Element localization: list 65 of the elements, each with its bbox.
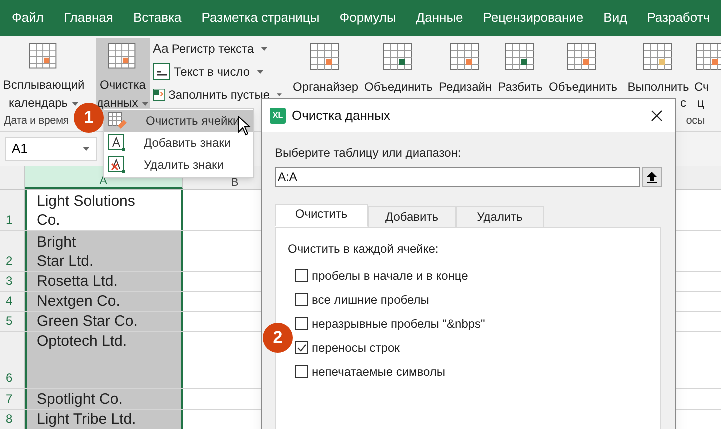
- letter-add-icon: [108, 134, 126, 152]
- menu-item[interactable]: Удалить знаки: [104, 154, 253, 176]
- font-case-icon: Aa: [153, 38, 169, 58]
- dialog-tab[interactable]: Удалить: [456, 206, 544, 227]
- menu-item[interactable]: Добавить знаки: [104, 132, 253, 154]
- ribbon-small-button[interactable]: Aa Регистр текста: [153, 38, 282, 59]
- menu-tab[interactable]: Вставка: [133, 8, 182, 28]
- ribbon-cut-button[interactable]: Сч ц: [694, 38, 721, 112]
- number-icon: [153, 62, 171, 80]
- row-header[interactable]: 2: [0, 231, 25, 271]
- menu-item[interactable]: Очистить ячейки: [104, 110, 253, 132]
- menu-tab[interactable]: Файл: [12, 8, 44, 28]
- range-label: Выберите таблицу или диапазон:: [275, 145, 462, 162]
- menu-tab[interactable]: Главная: [64, 8, 114, 28]
- clean-data-button[interactable]: Очистка данных: [96, 38, 150, 112]
- checkbox[interactable]: [295, 269, 308, 282]
- menu-tab[interactable]: Данные: [416, 8, 464, 28]
- caret-icon: [83, 147, 90, 151]
- row-header[interactable]: 4: [0, 292, 25, 311]
- checkbox[interactable]: [295, 293, 308, 306]
- dialog-tab[interactable]: Добавить: [368, 206, 456, 227]
- menu-tab[interactable]: Разработч: [647, 8, 710, 28]
- group-label: осы: [686, 114, 706, 129]
- table-cell: Bright Star Ltd.: [25, 231, 183, 271]
- row-header[interactable]: 8: [0, 410, 25, 429]
- caret-icon: [261, 46, 268, 50]
- checkbox[interactable]: [295, 317, 308, 330]
- row-header[interactable]: 1: [0, 190, 25, 230]
- checkbox[interactable]: [295, 365, 308, 378]
- table-cell: Nextgen Co.: [25, 292, 183, 311]
- checkbox[interactable]: [295, 341, 308, 354]
- menu-tab[interactable]: Рецензирование: [483, 8, 584, 28]
- arrow-up-icon: [647, 172, 658, 182]
- letter-remove-icon: [108, 156, 126, 174]
- dialog-title: Очистка данных: [292, 106, 392, 125]
- range-field[interactable]: A:A: [275, 167, 640, 187]
- table-cell: Optotech Ltd.: [25, 332, 183, 388]
- checkbox-option[interactable]: неразрывные пробелы "&nbps": [295, 317, 648, 330]
- table-cell: Light Solutions Co.: [25, 190, 183, 230]
- menu-tab[interactable]: Разметка страницы: [202, 8, 320, 28]
- table-cell: Light Tribe Ltd.: [25, 410, 183, 429]
- row-header[interactable]: 6: [0, 332, 25, 388]
- group-label: Дата и время: [4, 114, 69, 129]
- menu-tab[interactable]: Вид: [604, 8, 628, 28]
- ribbon-small-button[interactable]: Текст в число: [153, 61, 282, 82]
- checkbox-option[interactable]: все лишние пробелы: [295, 293, 648, 306]
- mouse-cursor-icon: [238, 116, 251, 136]
- table-cell: Spotlight Co.: [25, 389, 183, 409]
- dialog-tab[interactable]: Очистить: [275, 204, 368, 227]
- upload-button[interactable]: [642, 167, 662, 187]
- checkbox-option[interactable]: пробелы в начале и в конце: [295, 269, 648, 282]
- app-logo: XL: [270, 108, 286, 124]
- close-icon[interactable]: [651, 110, 663, 122]
- check-icon: [296, 344, 306, 352]
- row-header[interactable]: 7: [0, 389, 25, 409]
- checkbox-option[interactable]: переносы строк: [295, 341, 648, 354]
- checkbox-option[interactable]: непечатаемые символы: [295, 365, 648, 378]
- menu-tab[interactable]: Формулы: [340, 8, 396, 28]
- caret-icon: [257, 70, 264, 74]
- row-header[interactable]: 3: [0, 272, 25, 291]
- name-box[interactable]: A1: [5, 137, 97, 161]
- row-header[interactable]: 5: [0, 312, 25, 331]
- table-cell: Rosetta Ltd.: [25, 272, 183, 291]
- section-label: Очистить в каждой ячейке:: [288, 241, 440, 258]
- table-cell: Green Star Co.: [25, 312, 183, 331]
